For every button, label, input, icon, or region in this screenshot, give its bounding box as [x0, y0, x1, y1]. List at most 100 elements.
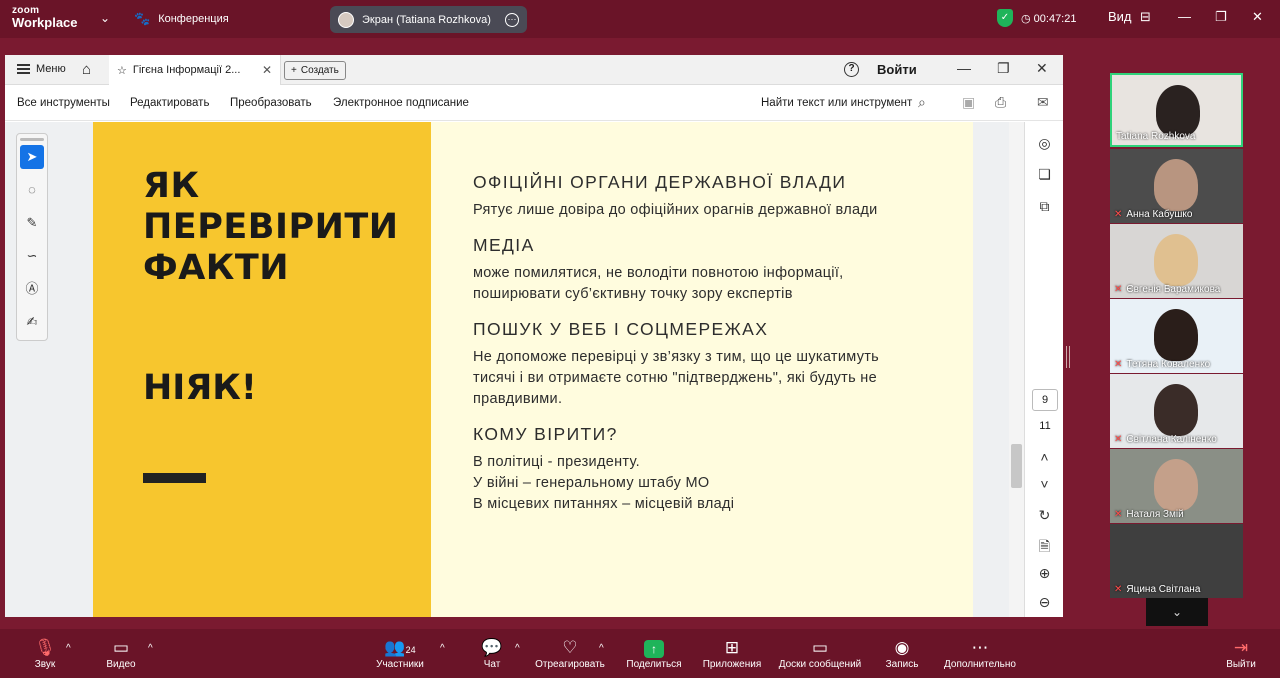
draw-freehand-icon[interactable]: ∽: [20, 244, 44, 268]
edit-button[interactable]: Редактировать: [130, 97, 209, 109]
grip-handle[interactable]: [20, 138, 44, 141]
close-icon[interactable]: ✕: [1036, 60, 1048, 77]
participants-button[interactable]: 👥24 Участники: [372, 637, 428, 670]
screen-share-indicator[interactable]: Экран (Tatiana Rozhkova) ···: [330, 6, 527, 33]
scrollbar-thumb[interactable]: [1011, 444, 1022, 488]
chevron-down-icon[interactable]: ⌄: [100, 11, 110, 25]
mic-muted-icon: ✕: [1114, 434, 1123, 445]
tab-title: Гігєна Інформації 2...: [132, 64, 241, 76]
restore-icon[interactable]: ❐: [997, 60, 1010, 77]
participant-video: [1154, 159, 1198, 211]
all-tools-button[interactable]: Все инструменты: [17, 97, 110, 109]
acrobat-toolbar: Все инструменты Редактировать Преобразов…: [5, 85, 1063, 121]
save-icon[interactable]: ▣: [962, 94, 975, 111]
help-icon[interactable]: ?: [844, 62, 859, 77]
participant-video: [1154, 459, 1198, 511]
section-text: Рятує лише довіра до офіційних орагнів д…: [473, 202, 878, 218]
mail-icon[interactable]: ✉: [1037, 94, 1049, 111]
react-button[interactable]: ♡ Отреагировать: [534, 637, 606, 670]
section-heading: ОФІЦІЙНІ ОРГАНИ ДЕРЖАВНОЇ ВЛАДИ: [473, 172, 847, 192]
sign-icon[interactable]: ✍: [20, 310, 44, 334]
page-info-icon[interactable]: 🗎: [1025, 536, 1064, 560]
video-camera-icon: ▭: [112, 638, 130, 657]
shield-icon[interactable]: ✓: [997, 9, 1013, 27]
zoom-out-icon[interactable]: ⊖: [1025, 594, 1064, 611]
record-button[interactable]: ◉ Запись: [884, 637, 920, 670]
create-button[interactable]: + Создать: [284, 61, 346, 80]
participants-icon: 👥24: [384, 638, 416, 657]
chevron-up-icon[interactable]: ^: [148, 643, 153, 654]
slide-content: ОФІЦІЙНІ ОРГАНИ ДЕРЖАВНОЇ ВЛАДИ Рятує ли…: [473, 172, 943, 529]
participant-tile[interactable]: ✕ Анна Кабушко: [1110, 149, 1243, 223]
chevron-up-icon[interactable]: ^: [599, 643, 604, 654]
search-icon[interactable]: ⌕: [918, 94, 926, 111]
print-icon[interactable]: ⎙: [995, 94, 1006, 111]
meeting-status: ✓ ◷ 00:47:21: [997, 9, 1076, 27]
more-icon[interactable]: ···: [505, 12, 519, 27]
share-button[interactable]: ↑ Поделиться: [624, 637, 684, 670]
comment-icon[interactable]: ◌: [20, 178, 44, 202]
leave-button[interactable]: ⇥ Выйти: [1224, 637, 1258, 670]
close-icon[interactable]: ✕: [1252, 9, 1263, 25]
slide-dash: [143, 473, 206, 483]
participant-tile[interactable]: Tatiana Rozhkova: [1110, 73, 1243, 147]
mic-muted-icon: 🎙: [34, 638, 56, 657]
page-number-input[interactable]: 9: [1032, 389, 1058, 411]
more-button[interactable]: ⋯ Дополнительно: [940, 637, 1020, 670]
apps-icon: ⊞: [724, 638, 740, 657]
hamburger-icon: [17, 64, 30, 74]
close-tab-icon[interactable]: ✕: [262, 63, 272, 77]
document-area: ЯК ПЕРЕВІРИТИ ФАКТИ НІЯК! ОФІЦІЙНІ ОРГАН…: [5, 122, 1063, 617]
menu-button[interactable]: Меню: [17, 63, 66, 75]
chevron-down-icon[interactable]: ˅: [1025, 476, 1064, 492]
right-rail: ◎ ❏ ⧉ 9 11 ˄ ˅ ↻ 🗎 ⊕ ⊖: [1024, 122, 1063, 617]
mic-muted-icon: ✕: [1114, 584, 1123, 595]
video-button[interactable]: ▭ Видео: [102, 637, 140, 670]
participant-tile[interactable]: ✕ Тетяна Коваленко: [1110, 299, 1243, 373]
participant-name: ✕ Наталя Змій: [1114, 509, 1184, 520]
esign-button[interactable]: Электронное подписание: [333, 97, 469, 109]
expand-participants-button[interactable]: ⌄: [1146, 598, 1208, 626]
apps-button[interactable]: ⊞ Приложения: [700, 637, 764, 670]
refresh-icon[interactable]: ↻: [1025, 507, 1064, 524]
participant-tile[interactable]: ✕ Світлана Каліненко: [1110, 374, 1243, 448]
ai-assistant-icon[interactable]: ◎: [1025, 135, 1064, 152]
select-cursor-icon[interactable]: ➤: [20, 145, 44, 169]
minimize-icon[interactable]: —: [1178, 9, 1191, 24]
audio-button[interactable]: 🎙 Звук: [28, 637, 62, 670]
participant-name: ✕ Євгенія Барамикова: [1114, 284, 1221, 295]
vertical-scrollbar[interactable]: [1009, 122, 1024, 617]
chevron-up-icon[interactable]: ˄: [1025, 449, 1064, 465]
minimize-icon[interactable]: —: [957, 60, 971, 76]
chevron-up-icon[interactable]: ^: [515, 643, 520, 654]
chat-icon: 💬: [481, 638, 503, 657]
participant-tile[interactable]: ✕ Яцина Світлана: [1110, 524, 1243, 598]
view-button[interactable]: Вид: [1108, 9, 1132, 24]
text-box-icon[interactable]: Ⓐ: [20, 277, 44, 301]
login-button[interactable]: Войти: [877, 62, 917, 77]
bookmark-icon[interactable]: ❏: [1025, 166, 1064, 183]
find-tool-label[interactable]: Найти текст или инструмент: [761, 97, 912, 109]
acrobat-title-bar: Меню ⌂ ☆ Гігєна Інформації 2... ✕ + Созд…: [5, 55, 1063, 85]
participant-tile[interactable]: ✕ Наталя Змій: [1110, 449, 1243, 523]
whiteboard-icon: ▭: [811, 638, 829, 657]
participant-video: [1154, 384, 1198, 436]
chat-button[interactable]: 💬 Чат: [478, 637, 506, 670]
restore-icon[interactable]: ❐: [1215, 9, 1227, 25]
whiteboards-button[interactable]: ▭ Доски сообщений: [775, 637, 865, 670]
resize-handle[interactable]: [1066, 346, 1070, 368]
chevron-up-icon[interactable]: ^: [66, 643, 71, 654]
view-grid-icon[interactable]: ⊟: [1140, 9, 1151, 25]
participant-video: [1154, 309, 1198, 361]
pages-icon[interactable]: ⧉: [1025, 198, 1064, 215]
participant-tile[interactable]: ✕ Євгенія Барамикова: [1110, 224, 1243, 298]
document-tab[interactable]: ☆ Гігєна Інформації 2... ✕: [109, 55, 281, 85]
zoom-in-icon[interactable]: ⊕: [1025, 565, 1064, 582]
star-icon[interactable]: ☆: [117, 64, 127, 77]
meeting-info[interactable]: 🐾 Конференция: [134, 11, 229, 27]
convert-button[interactable]: Преобразовать: [230, 97, 312, 109]
zoom-logo: zoom Workplace: [12, 5, 78, 30]
home-icon[interactable]: ⌂: [82, 61, 91, 78]
highlight-pen-icon[interactable]: ✎: [20, 211, 44, 235]
chevron-up-icon[interactable]: ^: [440, 643, 445, 654]
